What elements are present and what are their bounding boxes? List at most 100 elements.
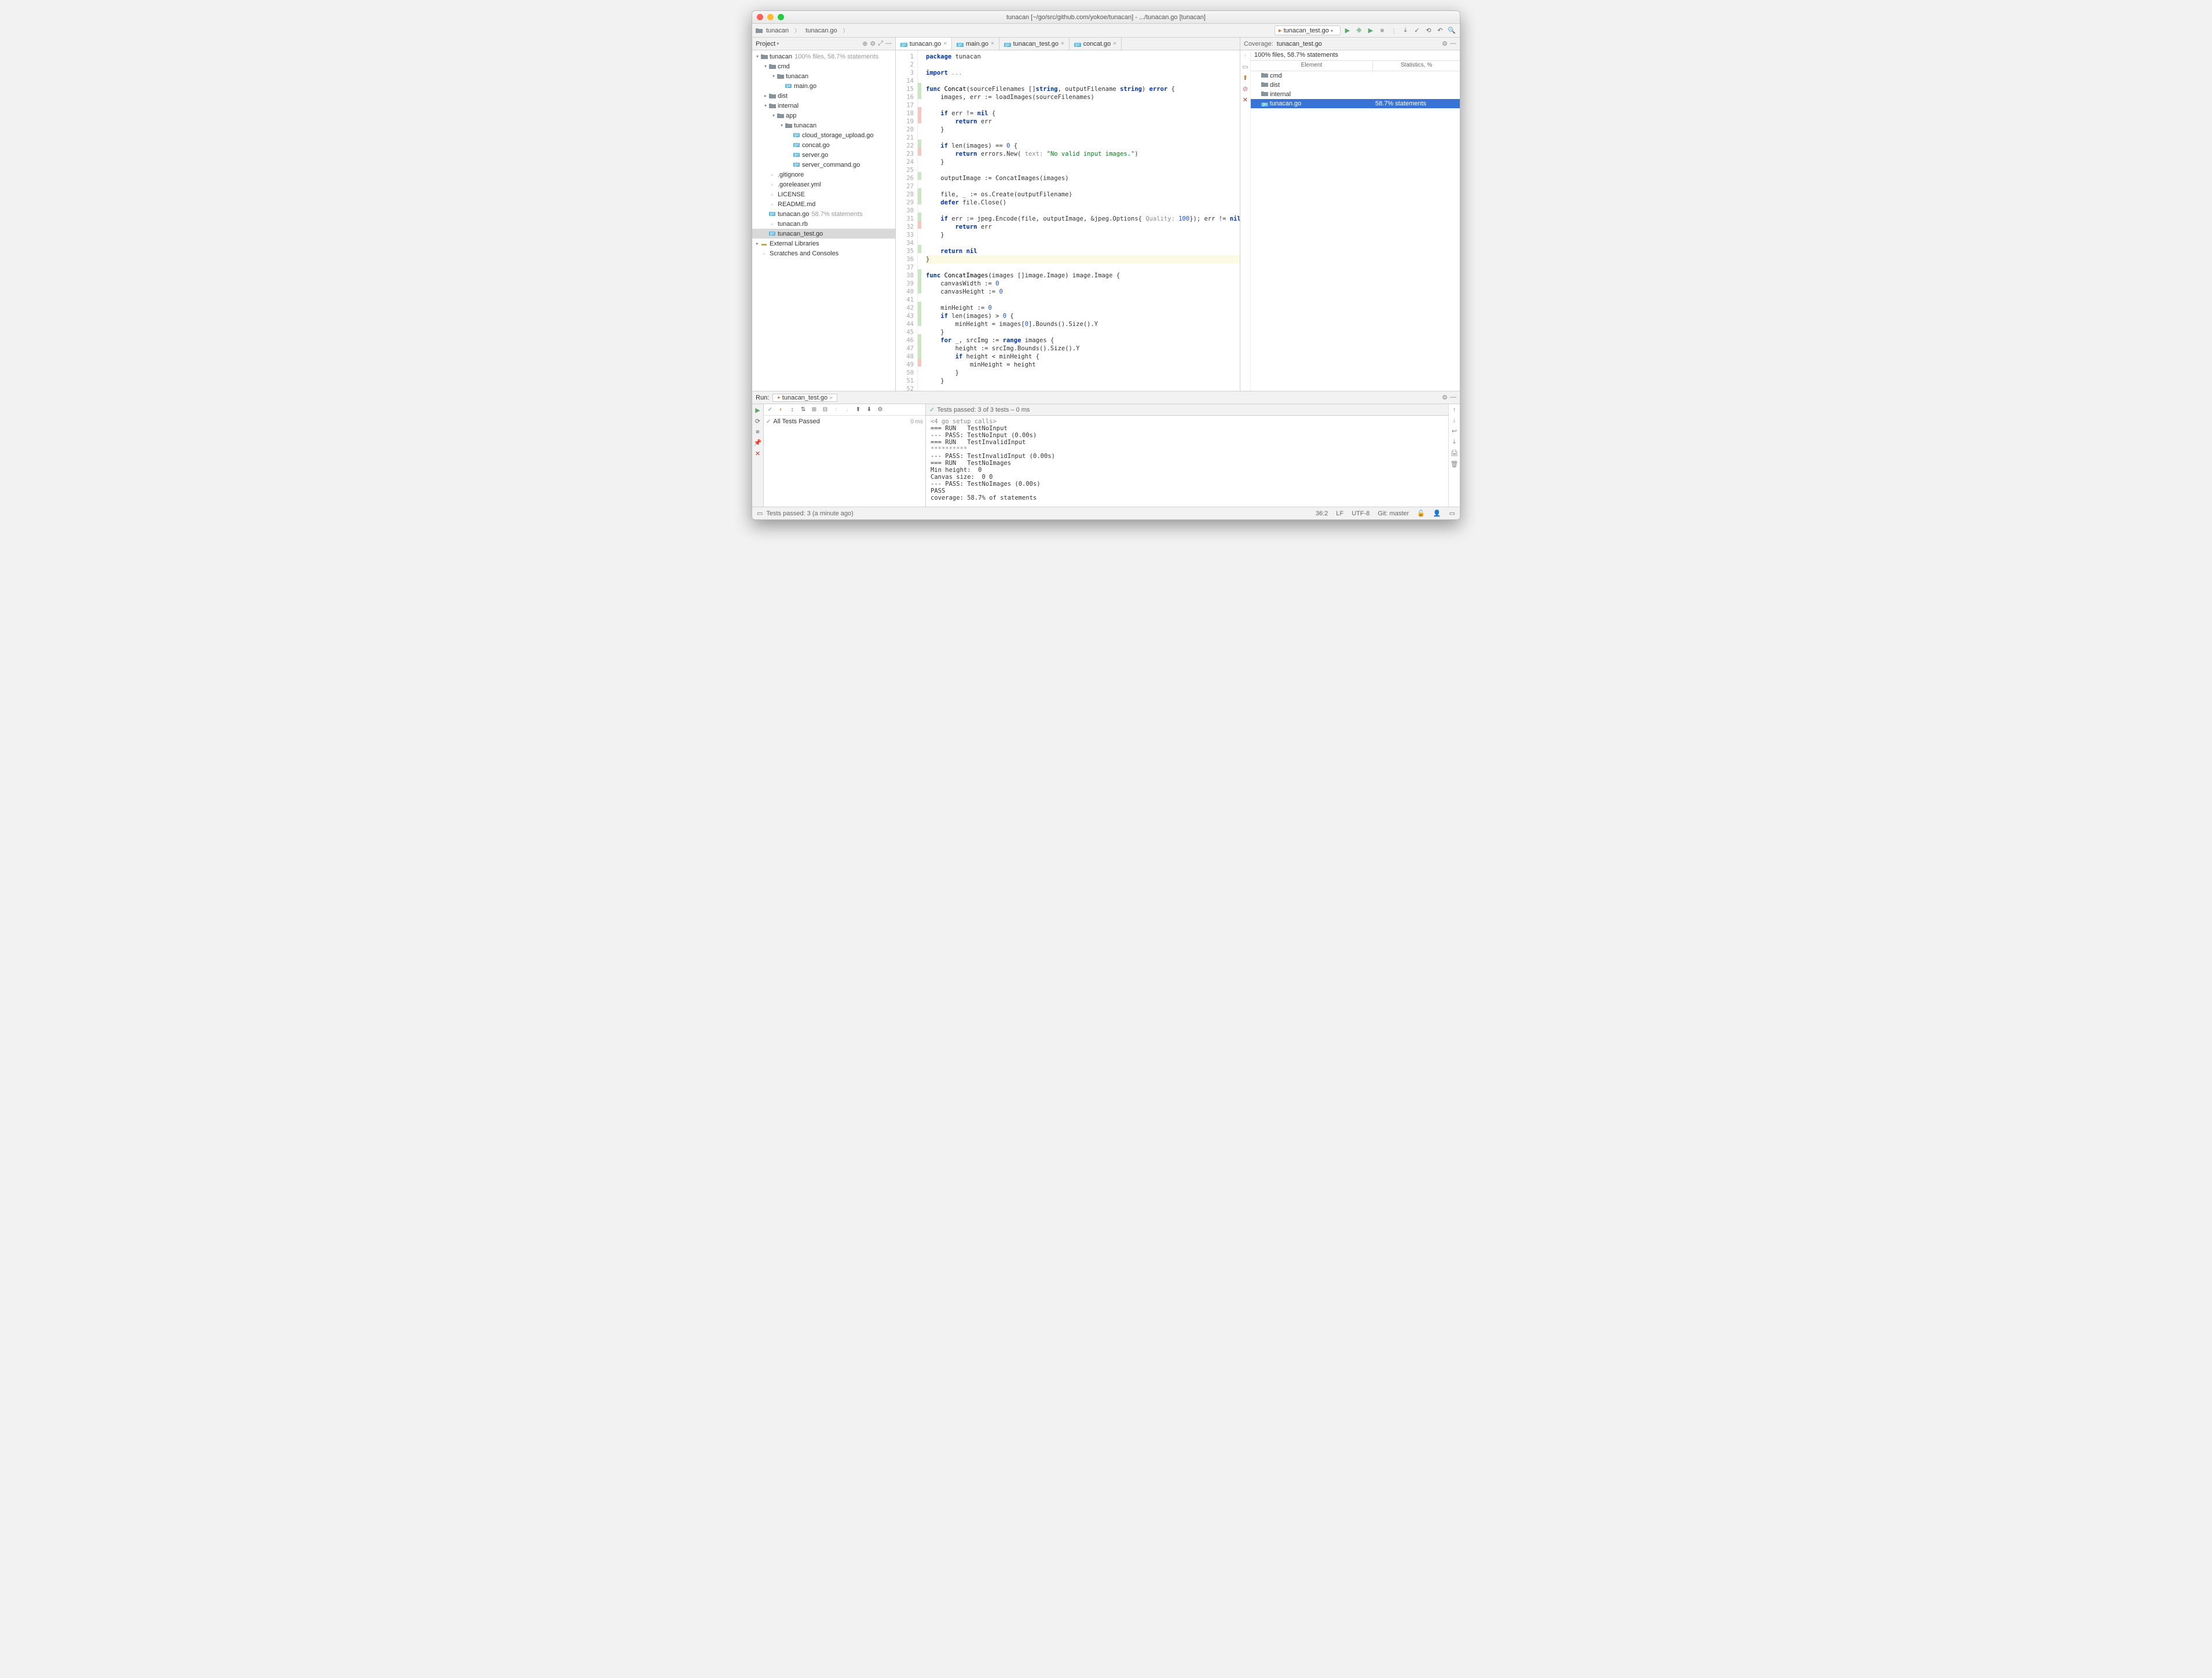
down-icon[interactable]: ↓ <box>1453 417 1456 424</box>
run-config-select[interactable]: ▸ tunacan_test.go ▾ <box>1275 25 1341 35</box>
hide-icon[interactable]: — <box>1450 40 1456 47</box>
collapse-icon[interactable]: ⊟ <box>821 406 829 414</box>
tree-twisty-icon[interactable]: ▾ <box>771 74 777 79</box>
tree-row[interactable]: goconcat.go <box>752 140 895 150</box>
editor-tabs[interactable]: gotunacan.go×gomain.go×gotunacan_test.go… <box>896 38 1240 50</box>
breadcrumb-item[interactable]: tunacan.go <box>803 27 839 35</box>
tree-row[interactable]: ▸dist <box>752 91 895 101</box>
target-icon[interactable]: ⊕ <box>862 40 867 47</box>
test-root-row[interactable]: ✓ All Tests Passed 0 ms <box>766 417 923 426</box>
tree-row[interactable]: ▾internal <box>752 101 895 111</box>
export-icon[interactable]: ⬆ <box>1243 74 1248 82</box>
tree-row[interactable]: ▾tunacan <box>752 71 895 81</box>
tree-row[interactable]: goserver.go <box>752 150 895 160</box>
sort2-icon[interactable]: ⇅ <box>799 406 807 414</box>
tree-row[interactable]: ▾tunacan100% files, 58.7% statements <box>752 52 895 61</box>
editor-tab[interactable]: gotunacan.go× <box>896 38 952 50</box>
tree-row[interactable]: goserver_command.go <box>752 160 895 170</box>
tree-row[interactable]: gocloud_storage_upload.go <box>752 130 895 140</box>
up-icon[interactable]: ↑ <box>832 406 840 414</box>
scroll-icon[interactable]: ⤓ <box>1453 438 1456 446</box>
tree-row[interactable]: ▫README.md <box>752 199 895 209</box>
tree-row[interactable]: gomain.go <box>752 81 895 91</box>
up-icon[interactable]: ↑ <box>1453 406 1456 413</box>
close-icon[interactable]: × <box>943 41 947 47</box>
tree-row[interactable]: ▾tunacan <box>752 120 895 130</box>
close-icon[interactable]: × <box>1061 41 1064 47</box>
project-tree[interactable]: ▾tunacan100% files, 58.7% statements▾cmd… <box>752 50 895 391</box>
window-controls[interactable] <box>757 14 784 20</box>
run-console[interactable]: <4 go setup calls>=== RUN TestNoInput---… <box>926 416 1448 507</box>
git-branch[interactable]: Git: master <box>1378 510 1409 517</box>
tree-twisty-icon[interactable]: ▾ <box>771 113 777 118</box>
tree-twisty-icon[interactable]: ▾ <box>755 54 760 59</box>
expand-icon[interactable]: ⊞ <box>810 406 818 414</box>
tree-twisty-icon[interactable]: ▾ <box>763 103 768 108</box>
toggle-icon[interactable]: ⟳ <box>755 417 760 425</box>
run-test-tree[interactable]: ✓ ◐ ↕ ⇅ ⊞ ⊟ ↑ ↓ ⬆ ⬇ ⚙ ✓ All Tests Passed <box>764 404 926 507</box>
wrap-icon[interactable]: ↩ <box>1452 427 1457 435</box>
tree-row[interactable]: ▫Scratches and Consoles <box>752 248 895 258</box>
tree-row[interactable]: ▫.gitignore <box>752 170 895 179</box>
tree-row[interactable]: ▾cmd <box>752 61 895 71</box>
gear-icon[interactable]: ⚙ <box>870 40 876 47</box>
tree-row[interactable]: ▫LICENSE <box>752 189 895 199</box>
run-tab[interactable]: ▸ tunacan_test.go × <box>772 394 837 402</box>
hide-icon[interactable]: — <box>1450 394 1456 401</box>
debug-icon[interactable]: ❉ <box>1354 26 1364 35</box>
tree-twisty-icon[interactable]: ▸ <box>763 93 768 98</box>
tree-row[interactable]: ▾app <box>752 111 895 120</box>
cursor-position[interactable]: 36:2 <box>1316 510 1328 517</box>
sort-icon[interactable]: ↕ <box>788 406 796 414</box>
coverage-row[interactable]: gotunacan.go58.7% statements <box>1251 99 1460 108</box>
down-icon[interactable]: ↓ <box>843 406 851 414</box>
collapse-icon[interactable]: ⤢ <box>878 40 883 47</box>
search-icon[interactable]: 🔍 <box>1447 26 1456 35</box>
close-icon[interactable]: ✕ <box>755 450 760 457</box>
line-ending[interactable]: LF <box>1336 510 1343 517</box>
chevron-down-icon[interactable]: ▾ <box>777 41 779 46</box>
export-icon[interactable]: ⬆ <box>854 406 862 414</box>
hector-icon[interactable]: ▭ <box>1449 510 1455 517</box>
tree-twisty-icon[interactable]: ▸ <box>755 241 760 246</box>
code-editor[interactable]: 1231415161718192021222324252627282930313… <box>896 50 1240 391</box>
run-icon[interactable]: ▶ <box>1343 26 1352 35</box>
coverage-table[interactable]: cmddistinternalgotunacan.go58.7% stateme… <box>1251 71 1460 391</box>
gear-icon[interactable]: ⚙ <box>1442 40 1448 47</box>
tree-twisty-icon[interactable]: ▾ <box>779 123 785 128</box>
trash-icon[interactable]: 🗑 <box>1451 460 1459 468</box>
close-icon[interactable]: ✕ <box>1243 96 1248 104</box>
gear-icon[interactable]: ⚙ <box>1442 394 1448 401</box>
pin-icon[interactable]: 📌 <box>754 439 762 446</box>
skip-icon[interactable]: ◐ <box>777 406 785 414</box>
inspector-icon[interactable]: 👤 <box>1433 510 1441 517</box>
flat-icon[interactable]: ▭ <box>1242 63 1248 71</box>
coverage-row[interactable]: cmd <box>1251 71 1460 80</box>
git-history-icon[interactable]: ⟲ <box>1424 26 1433 35</box>
hide-icon[interactable]: — <box>885 40 892 47</box>
gear-icon[interactable]: ⚙ <box>876 406 884 414</box>
git-update-icon[interactable]: ⤓ <box>1401 26 1410 35</box>
git-commit-icon[interactable]: ✓ <box>1412 26 1422 35</box>
stop-icon[interactable]: ■ <box>756 428 760 435</box>
close-icon[interactable] <box>757 14 763 20</box>
tree-row[interactable]: ▸▬External Libraries <box>752 239 895 248</box>
breadcrumb[interactable]: tunacan 〉 tunacan.go 〉 <box>756 26 851 35</box>
tree-row[interactable]: ▫tunacan.rb <box>752 219 895 229</box>
print-icon[interactable]: 🖨 <box>1451 449 1459 457</box>
rerun-icon[interactable]: ▶ <box>755 406 760 414</box>
editor-tab[interactable]: goconcat.go× <box>1070 38 1122 50</box>
coverage-row[interactable]: internal <box>1251 90 1460 99</box>
breadcrumb-item[interactable]: tunacan <box>764 27 791 35</box>
lock-icon[interactable]: 🔓 <box>1417 510 1425 517</box>
coverage-icon[interactable]: ▶ <box>1366 26 1375 35</box>
editor-tab[interactable]: gomain.go× <box>952 38 999 50</box>
code-area[interactable]: package tunacan import ... func Concat(s… <box>921 50 1240 391</box>
stop-icon[interactable]: ■ <box>1378 26 1387 35</box>
tree-row[interactable]: gotunacan_test.go <box>752 229 895 239</box>
tree-row[interactable]: gotunacan.go58.7% statements <box>752 209 895 219</box>
close-icon[interactable]: × <box>1113 41 1116 47</box>
check-icon[interactable]: ✓ <box>766 406 774 414</box>
coverage-row[interactable]: dist <box>1251 80 1460 90</box>
filter-icon[interactable]: ⊘ <box>1243 85 1248 93</box>
